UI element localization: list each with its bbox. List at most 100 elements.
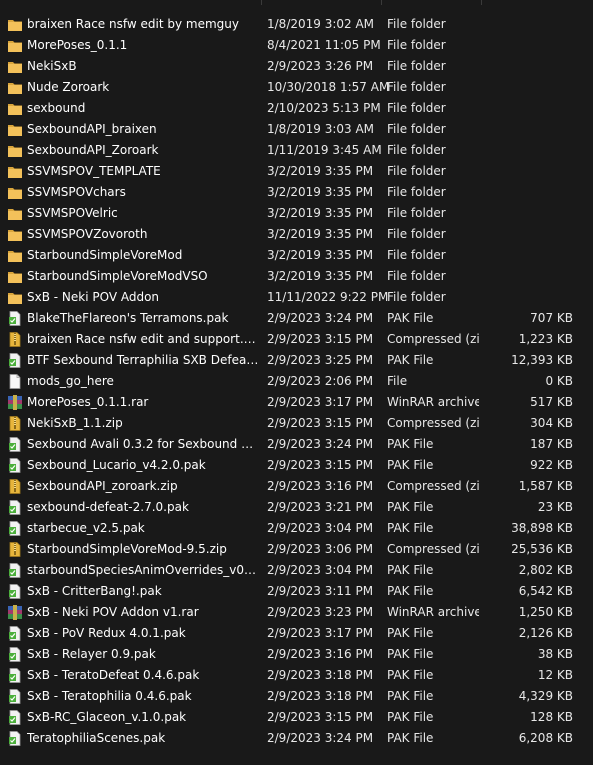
date-modified: 3/2/2019 3:35 PM	[267, 206, 374, 220]
file-size: 12 KB	[537, 668, 573, 682]
date-modified: 1/11/2019 3:45 AM	[267, 143, 382, 157]
date-modified: 10/30/2018 1:57 AM	[267, 80, 390, 94]
rar-file-icon	[7, 395, 23, 410]
folder-icon	[7, 122, 23, 137]
file-name: sexbound	[27, 101, 86, 115]
file-row[interactable]: SexboundAPI_braixen 1/8/2019 3:03 AM File …	[0, 119, 593, 140]
folder-icon	[7, 227, 23, 242]
file-row[interactable]: NekiSxB 2/9/2023 3:26 PM File folder	[0, 56, 593, 77]
file-type: PAK File	[387, 731, 434, 745]
file-name: starbecue_v2.5.pak	[27, 521, 145, 535]
file-row[interactable]: Sexbound_Lucario_v4.2.0.pak 2/9/2023 3:15…	[0, 455, 593, 476]
zip-file-icon	[7, 479, 23, 494]
file-name: StarboundSimpleVoreMod-9.5.zip	[27, 542, 227, 556]
rar-file-icon	[7, 605, 23, 620]
folder-icon	[7, 248, 23, 263]
file-row[interactable]: TeratophiliaScenes.pak 2/9/2023 3:24 PM PA…	[0, 728, 593, 749]
file-row[interactable]: starboundSpeciesAnimOverrides_v0.2.3.p..…	[0, 560, 593, 581]
file-row[interactable]: SxB - TeratoDefeat 0.4.6.pak 2/9/2023 3:1…	[0, 665, 593, 686]
file-type: File folder	[387, 185, 446, 199]
file-row[interactable]: SexboundAPI_Zoroark 1/11/2019 3:45 AM File…	[0, 140, 593, 161]
file-row[interactable]: BTF Sexbound Terraphilia SXB Defeat Sup.…	[0, 350, 593, 371]
file-row[interactable]: sexbound-defeat-2.7.0.pak 2/9/2023 3:21 P…	[0, 497, 593, 518]
column-divider[interactable]	[261, 0, 262, 5]
folder-icon	[7, 38, 23, 53]
column-divider[interactable]	[481, 0, 482, 5]
file-row[interactable]: StarboundSimpleVoreMod 3/2/2019 3:35 PM Fi…	[0, 245, 593, 266]
file-name: SexboundAPI_Zoroark	[27, 143, 159, 157]
date-modified: 2/9/2023 3:15 PM	[267, 332, 374, 346]
file-type: WinRAR archive	[387, 395, 479, 409]
file-type: PAK File	[387, 647, 434, 661]
file-name: NekiSxB_1.1.zip	[27, 416, 123, 430]
date-modified: 2/9/2023 3:25 PM	[267, 353, 374, 367]
file-size: 38 KB	[537, 647, 573, 661]
file-row[interactable]: StarboundSimpleVoreModVSO 3/2/2019 3:35 P…	[0, 266, 593, 287]
date-modified: 2/9/2023 2:06 PM	[267, 374, 374, 388]
zip-file-icon	[7, 332, 23, 347]
file-row[interactable]: SSVMSPOVchars 3/2/2019 3:35 PM File folder	[0, 182, 593, 203]
zip-file-icon	[7, 542, 23, 557]
folder-icon	[7, 80, 23, 95]
file-row[interactable]: braixen Race nsfw edit and support.zip 2/…	[0, 329, 593, 350]
file-row[interactable]: SxB - CritterBang!.pak 2/9/2023 3:11 PM PA…	[0, 581, 593, 602]
file-row[interactable]: Nude Zoroark 10/30/2018 1:57 AM File folde…	[0, 77, 593, 98]
file-type: File folder	[387, 143, 446, 157]
file-type: File	[387, 374, 408, 388]
file-row[interactable]: mods_go_here 2/9/2023 2:06 PM File 0 KB	[0, 371, 593, 392]
file-row[interactable]: SxB - Neki POV Addon 11/11/2022 9:22 PM Fi…	[0, 287, 593, 308]
file-row[interactable]: SxB - Relayer 0.9.pak 2/9/2023 3:16 PM PAK…	[0, 644, 593, 665]
file-type: File folder	[387, 227, 446, 241]
file-row[interactable]: SSVMSPOVelric 3/2/2019 3:35 PM File folder	[0, 203, 593, 224]
file-name: SSVMSPOVelric	[27, 206, 118, 220]
file-name: SxB - Neki POV Addon	[27, 290, 160, 304]
pak-file-icon	[7, 563, 23, 578]
file-row[interactable]: SSVMSPOVZovoroth 3/2/2019 3:35 PM File fol…	[0, 224, 593, 245]
date-modified: 1/8/2019 3:03 AM	[267, 122, 375, 136]
file-type: File folder	[387, 80, 446, 94]
file-name: SxB - Teratophilia 0.4.6.pak	[27, 689, 192, 703]
file-row[interactable]: SxB - Teratophilia 0.4.6.pak 2/9/2023 3:1…	[0, 686, 593, 707]
pak-file-icon	[7, 731, 23, 746]
column-divider[interactable]	[381, 0, 382, 5]
file-row[interactable]: BlakeTheFlareon's Terramons.pak 2/9/2023 …	[0, 308, 593, 329]
file-row[interactable]: sexbound 2/10/2023 5:13 PM File folder	[0, 98, 593, 119]
file-row[interactable]: MorePoses_0.1.1.rar 2/9/2023 3:17 PM WinRA…	[0, 392, 593, 413]
date-modified: 2/9/2023 3:21 PM	[267, 500, 374, 514]
date-modified: 2/9/2023 3:24 PM	[267, 311, 374, 325]
file-type: PAK File	[387, 563, 434, 577]
file-type: File folder	[387, 269, 446, 283]
file-type: PAK File	[387, 668, 434, 682]
file-type: PAK File	[387, 626, 434, 640]
folder-icon	[7, 185, 23, 200]
file-size: 0 KB	[545, 374, 573, 388]
file-type: File folder	[387, 290, 446, 304]
file-row[interactable]: NekiSxB_1.1.zip 2/9/2023 3:15 PM Compresse…	[0, 413, 593, 434]
file-row[interactable]: SxB - PoV Redux 4.0.1.pak 2/9/2023 3:17 P…	[0, 623, 593, 644]
file-name: SxB - PoV Redux 4.0.1.pak	[27, 626, 186, 640]
file-name: SSVMSPOVchars	[27, 185, 126, 199]
file-row[interactable]: SxB - Neki POV Addon v1.rar 2/9/2023 3:23…	[0, 602, 593, 623]
folder-icon	[7, 206, 23, 221]
file-type: File folder	[387, 248, 446, 262]
date-modified: 2/9/2023 3:06 PM	[267, 542, 374, 556]
file-row[interactable]: braixen Race nsfw edit by memguy 1/8/2019…	[0, 14, 593, 35]
pak-file-icon	[7, 689, 23, 704]
file-row[interactable]: Sexbound Avali 0.3.2 for Sexbound 4+.pak…	[0, 434, 593, 455]
file-row[interactable]: StarboundSimpleVoreMod-9.5.zip 2/9/2023 3…	[0, 539, 593, 560]
file-size: 6,542 KB	[518, 584, 573, 598]
file-size: 128 KB	[530, 710, 573, 724]
file-row[interactable]: SSVMSPOV_TEMPLATE 3/2/2019 3:35 PM File fo…	[0, 161, 593, 182]
file-row[interactable]: MorePoses_0.1.1 8/4/2021 11:05 PM File fol…	[0, 35, 593, 56]
folder-icon	[7, 290, 23, 305]
file-type: PAK File	[387, 584, 434, 598]
date-modified: 2/9/2023 3:11 PM	[267, 584, 374, 598]
file-name: BlakeTheFlareon's Terramons.pak	[27, 311, 229, 325]
file-row[interactable]: SexboundAPI_zoroark.zip 2/9/2023 3:16 PM C…	[0, 476, 593, 497]
file-type: PAK File	[387, 311, 434, 325]
file-row[interactable]: starbecue_v2.5.pak 2/9/2023 3:04 PM PAK Fi…	[0, 518, 593, 539]
file-row[interactable]: SxB-RC_Glaceon_v.1.0.pak 2/9/2023 3:15 PM…	[0, 707, 593, 728]
file-type: File folder	[387, 59, 446, 73]
pak-file-icon	[7, 668, 23, 683]
file-name: Sexbound_Lucario_v4.2.0.pak	[27, 458, 206, 472]
